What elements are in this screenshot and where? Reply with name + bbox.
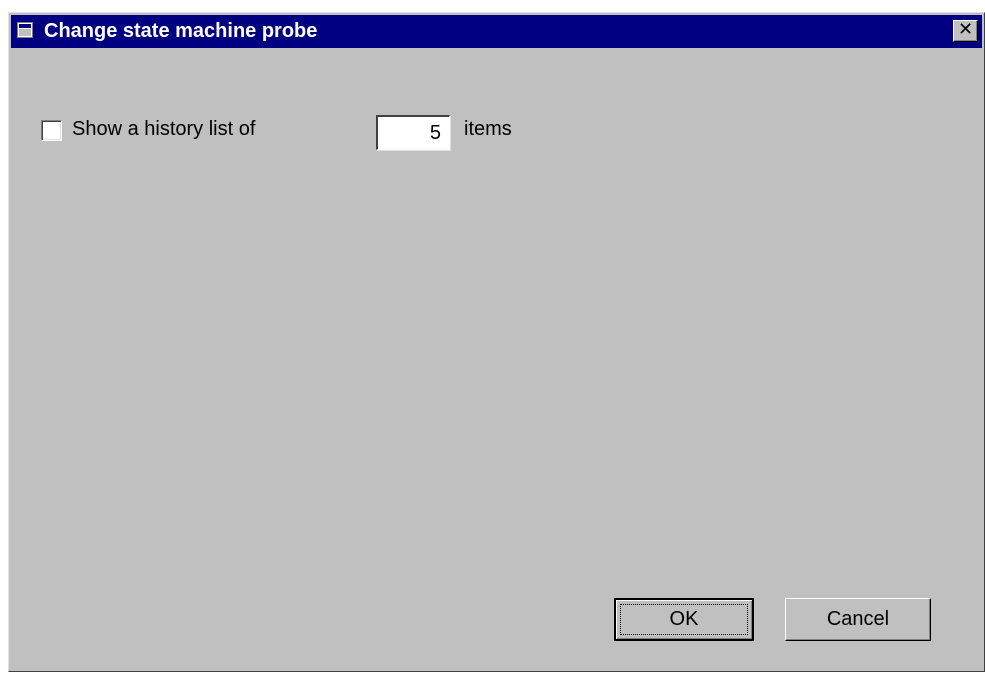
cancel-button[interactable]: Cancel xyxy=(785,598,931,641)
close-icon: ✕ xyxy=(957,19,974,40)
items-label: items xyxy=(464,118,512,140)
ok-button-label: OK xyxy=(669,608,699,630)
window-title: Change state machine probe xyxy=(44,20,318,42)
cancel-button-label: Cancel xyxy=(826,608,890,630)
close-button[interactable]: ✕ xyxy=(953,20,978,42)
dialog-window: Change state machine probe ✕ Show a hist… xyxy=(8,12,985,672)
app-window-icon xyxy=(17,22,33,38)
history-count-input[interactable] xyxy=(376,115,450,150)
title-bar[interactable]: Change state machine probe ✕ xyxy=(11,15,982,48)
ok-button[interactable]: OK xyxy=(614,598,754,641)
history-checkbox[interactable] xyxy=(41,120,62,141)
history-checkbox-label: Show a history list of xyxy=(72,118,256,140)
